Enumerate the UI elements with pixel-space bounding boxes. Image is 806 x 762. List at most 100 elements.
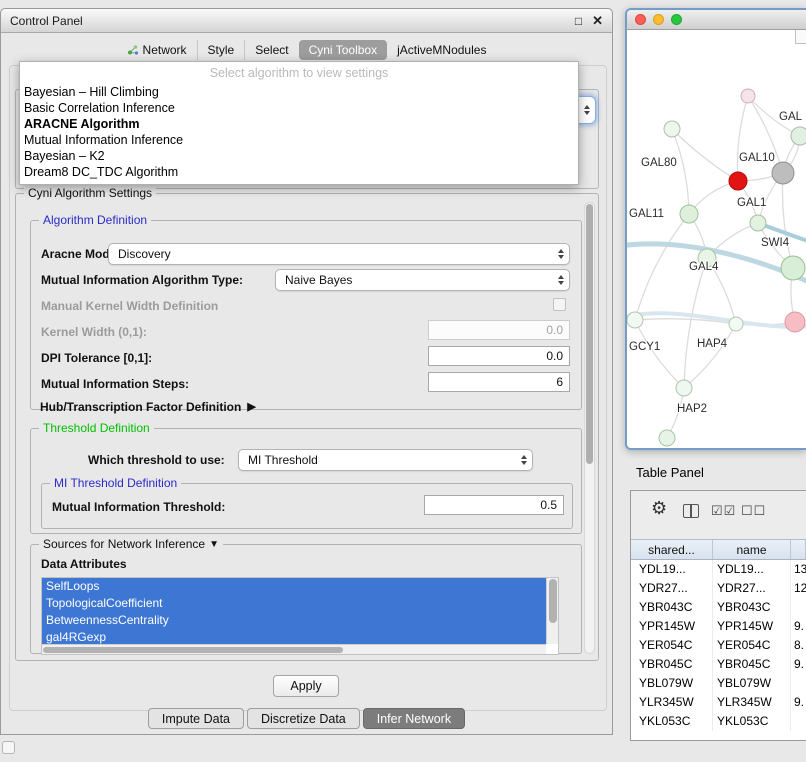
settings-scrollbar[interactable]: [584, 202, 595, 654]
attribute-item-betweennesscentrality[interactable]: BetweennessCentrality: [42, 612, 546, 629]
table-cell: YPR145W: [631, 617, 713, 636]
mi-algorithm-type-select[interactable]: Naive Bayes: [275, 269, 570, 291]
threshold-definition-title: Threshold Definition: [39, 421, 154, 435]
table-row[interactable]: YLR345WYLR345W9.: [631, 693, 806, 712]
graph-edge[interactable]: [672, 129, 738, 181]
table-row[interactable]: YBR045CYBR045C9.: [631, 655, 806, 674]
algorithm-option-mutual-information-inference[interactable]: Mutual Information Inference: [20, 132, 578, 148]
graph-edge[interactable]: [672, 129, 689, 214]
table-row[interactable]: YKL053CYKL053C: [631, 712, 806, 731]
graph-node[interactable]: [627, 312, 643, 328]
table-row[interactable]: YDL19...YDL19...13: [631, 560, 806, 579]
attribute-item-topologicalcoefficient[interactable]: TopologicalCoefficient: [42, 595, 546, 612]
graph-edge[interactable]: [635, 320, 684, 388]
graph-node[interactable]: [659, 430, 675, 446]
table-row[interactable]: YDR27...YDR27...12: [631, 579, 806, 598]
sources-group-toggle[interactable]: Sources for Network Inference▼: [39, 537, 223, 551]
tab-jactivemnodules[interactable]: jActiveMNodules: [387, 40, 496, 60]
hub-section-label: Hub/Transcription Factor Definition: [40, 400, 241, 414]
attributes-horizontal-scrollbar[interactable]: [42, 644, 546, 654]
algorithm-option-basic-correlation-inference[interactable]: Basic Correlation Inference: [20, 100, 578, 116]
algorithm-option-aracne-algorithm[interactable]: ARACNE Algorithm: [20, 116, 578, 132]
table-cell: YLR345W: [631, 693, 713, 712]
select-all-columns-icon[interactable]: ☑☑: [711, 503, 736, 520]
algorithm-option-dream8-dc-tdc-algorithm[interactable]: Dream8 DC_TDC Algorithm: [20, 164, 578, 180]
mi-threshold-definition-group: MI Threshold Definition Mutual Informati…: [41, 483, 573, 529]
graph-node[interactable]: [664, 121, 680, 137]
network-canvas[interactable]: GAL80GAL10GAL11GAL1SWI4GAL4GCY1HAP4HAP2G…: [627, 30, 806, 448]
graph-node[interactable]: [729, 172, 747, 190]
column-header-name[interactable]: name: [713, 540, 791, 559]
mi-threshold-input[interactable]: 0.5: [424, 495, 564, 515]
graph-node[interactable]: [680, 205, 698, 223]
minimize-icon[interactable]: □: [575, 14, 582, 28]
algorithm-option-bayesian-hill-climbing[interactable]: Bayesian – Hill Climbing: [20, 84, 578, 100]
scrollbar-thumb[interactable]: [43, 647, 343, 653]
collapsed-panel-chip[interactable]: [2, 741, 15, 754]
apply-button[interactable]: Apply: [273, 675, 339, 697]
graph-edge[interactable]: [635, 214, 689, 320]
control-panel-titlebar: Control Panel □ ✕: [1, 9, 612, 33]
columns-icon[interactable]: [683, 504, 699, 518]
graph-node[interactable]: [676, 380, 692, 396]
graph-node[interactable]: [772, 162, 794, 184]
mi-steps-label: Mutual Information Steps:: [41, 377, 189, 391]
graph-node[interactable]: [729, 317, 743, 331]
scrollbar-thumb[interactable]: [549, 579, 557, 623]
stepper-icon: [558, 275, 564, 285]
attribute-item-selfloops[interactable]: SelfLoops: [42, 578, 546, 595]
graph-edge[interactable]: [684, 324, 736, 388]
gear-icon[interactable]: ⚙: [651, 499, 667, 517]
scrollbar-thumb[interactable]: [586, 204, 593, 464]
table-cell: 13: [791, 560, 806, 579]
graph-edge-thick[interactable]: [627, 313, 806, 327]
node-label: GCY1: [629, 341, 660, 353]
mi-steps-input[interactable]: 6: [428, 372, 570, 392]
attributes-vertical-scrollbar[interactable]: [546, 578, 558, 644]
network-graph[interactable]: GAL80GAL10GAL11GAL1SWI4GAL4GCY1HAP4HAP2G…: [627, 30, 806, 448]
aracne-mode-select[interactable]: Discovery: [108, 243, 570, 265]
column-header-extra[interactable]: [791, 540, 806, 559]
column-header-shared[interactable]: shared...: [631, 540, 713, 559]
algorithm-option-bayesian-k2[interactable]: Bayesian – K2: [20, 148, 578, 164]
table-cell: YBR045C: [631, 655, 713, 674]
graph-node[interactable]: [785, 312, 805, 332]
canvas-scrollbar-stub[interactable]: [795, 30, 806, 44]
bottom-tab-impute-data[interactable]: Impute Data: [148, 708, 244, 729]
graph-edge[interactable]: [737, 96, 748, 181]
zoom-button[interactable]: [671, 14, 682, 25]
kernel-width-value: 0.0: [546, 323, 563, 337]
node-label: HAP4: [697, 338, 728, 350]
tab-style[interactable]: Style: [197, 40, 245, 60]
table-row[interactable]: YBL079WYBL079W: [631, 674, 806, 693]
which-threshold-select[interactable]: MI Threshold: [238, 449, 533, 471]
table-cell: YDL19...: [631, 560, 713, 579]
table-row[interactable]: YBR043CYBR043C: [631, 598, 806, 617]
graph-node[interactable]: [791, 127, 806, 145]
close-button[interactable]: [635, 14, 646, 25]
node-label: SWI4: [761, 237, 790, 249]
control-panel-window: Control Panel □ ✕ NetworkStyleSelectCyni…: [0, 8, 613, 735]
graph-node[interactable]: [781, 256, 805, 280]
close-icon[interactable]: ✕: [592, 13, 603, 29]
bottom-tab-discretize-data[interactable]: Discretize Data: [247, 708, 360, 729]
attribute-items: SelfLoopsTopologicalCoefficientBetweenne…: [42, 578, 558, 646]
network-window-titlebar: [627, 10, 806, 30]
table-row[interactable]: YPR145WYPR145W9.: [631, 617, 806, 636]
tab-cyni-toolbox[interactable]: Cyni Toolbox: [299, 40, 387, 60]
table-cell: [791, 674, 806, 693]
minimize-button[interactable]: [653, 14, 664, 25]
graph-edge[interactable]: [684, 258, 707, 388]
table-cell: YER054C: [713, 636, 791, 655]
deselect-all-columns-icon[interactable]: ☐☐: [741, 503, 766, 520]
graph-node[interactable]: [750, 215, 766, 231]
graph-edge[interactable]: [782, 173, 793, 268]
bottom-tab-infer-network[interactable]: Infer Network: [363, 708, 465, 729]
tab-network[interactable]: Network: [117, 40, 197, 60]
tab-select[interactable]: Select: [244, 40, 298, 60]
mi-steps-value: 6: [556, 375, 563, 389]
dpi-tolerance-input[interactable]: 0.0: [428, 346, 570, 366]
graph-node[interactable]: [741, 89, 755, 103]
hub-section-toggle[interactable]: Hub/Transcription Factor Definition▶: [40, 400, 256, 414]
table-row[interactable]: YER054CYER054C8.: [631, 636, 806, 655]
